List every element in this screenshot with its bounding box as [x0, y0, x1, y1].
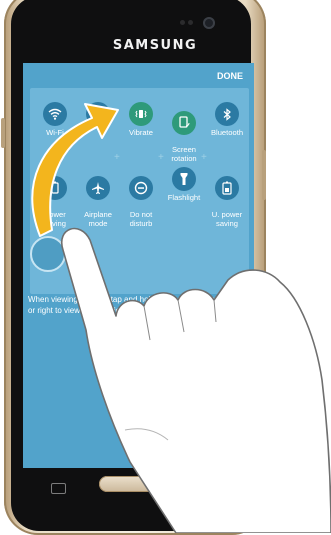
tile-location[interactable]	[75, 102, 121, 129]
drag-drop-target	[30, 236, 66, 272]
plus-marker: +	[158, 152, 164, 163]
tile-vibrate[interactable]: Vibrate	[118, 102, 164, 138]
flashlight-icon	[172, 167, 196, 191]
tile-label: U. power saving	[211, 210, 243, 228]
tile-label: Airplane mode	[84, 210, 112, 228]
plus-marker: +	[201, 152, 207, 163]
screen: DONE Wi-Fi Vibrate Screen rotation Bluet…	[23, 63, 254, 468]
ultra-power-saving-icon	[215, 175, 239, 200]
back-icon[interactable]	[197, 477, 211, 489]
do-not-disturb-icon	[129, 175, 153, 200]
tile-label: Do not disturb	[129, 210, 153, 228]
screen-rotation-icon	[172, 110, 196, 135]
tile-do-not-disturb[interactable]: Do not disturb	[118, 167, 164, 237]
power-key	[262, 150, 266, 200]
done-button[interactable]: DONE	[217, 71, 243, 81]
recent-apps-icon[interactable]	[51, 483, 66, 494]
tile-bluetooth[interactable]: Bluetooth	[204, 102, 250, 138]
home-button[interactable]	[99, 476, 161, 492]
location-icon	[86, 102, 110, 126]
plus-marker: +	[114, 152, 120, 163]
volume-key	[1, 118, 5, 148]
front-camera	[203, 17, 215, 29]
wifi-icon	[43, 102, 67, 126]
tile-label: Bluetooth	[210, 128, 244, 137]
tile-label: Power saving	[44, 210, 66, 228]
tile-wifi[interactable]: Wi-Fi	[32, 102, 78, 138]
bluetooth-icon	[215, 102, 239, 126]
tile-label: Wi-Fi	[46, 128, 64, 137]
power-saving-icon	[43, 175, 67, 200]
instruction-text: When viewing buttons, tap and hold a but…	[28, 295, 239, 315]
tile-power-saving[interactable]: Power saving	[32, 167, 78, 237]
vibrate-icon	[129, 102, 153, 126]
airplane-icon	[86, 175, 110, 200]
tile-ultra-power-saving[interactable]: U. power saving	[204, 167, 250, 237]
sensor-dot	[188, 20, 193, 25]
tile-label: Flashlight	[167, 193, 201, 202]
sensor-dot	[180, 20, 185, 25]
tile-label: Vibrate	[129, 128, 153, 137]
tile-flashlight[interactable]: Flashlight	[161, 167, 207, 203]
brand-logo: SAMSUNG	[112, 38, 198, 53]
tile-airplane-mode[interactable]: Airplane mode	[75, 167, 121, 237]
